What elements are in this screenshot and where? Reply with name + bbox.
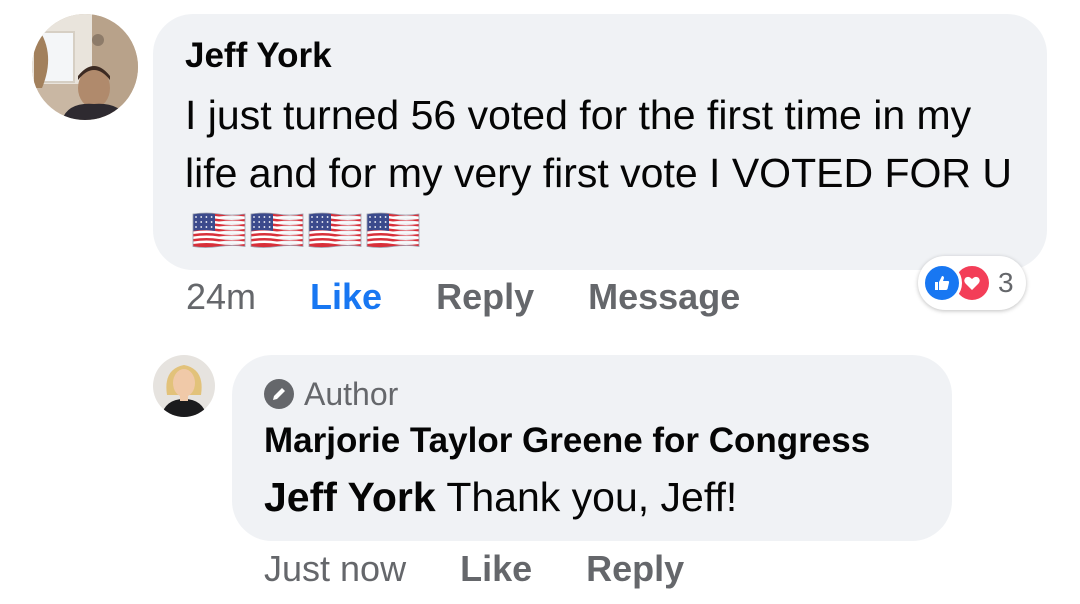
us-flag-emojis xyxy=(191,211,421,249)
comment-author-name[interactable]: Jeff York xyxy=(185,36,1015,76)
reactions-summary[interactable]: 3 xyxy=(918,256,1026,310)
author-badge: Author xyxy=(264,375,920,413)
reply-like-button[interactable]: Like xyxy=(460,548,532,590)
us-flag-icon xyxy=(192,212,246,248)
reply-mention[interactable]: Jeff York xyxy=(264,474,436,520)
us-flag-icon xyxy=(308,212,362,248)
author-badge-label: Author xyxy=(304,376,399,412)
reply-timestamp[interactable]: Just now xyxy=(264,548,406,590)
us-flag-icon xyxy=(366,212,420,248)
reaction-count: 3 xyxy=(998,267,1014,298)
replier-avatar[interactable] xyxy=(153,355,215,417)
reply-bubble: Author Marjorie Taylor Greene for Congre… xyxy=(232,355,952,541)
comment-actions: 24m Like Reply Message xyxy=(186,276,740,318)
us-flag-icon xyxy=(250,212,304,248)
comment-timestamp[interactable]: 24m xyxy=(186,276,256,318)
pencil-icon xyxy=(264,379,294,409)
reply-actions: Just now Like Reply xyxy=(264,548,684,590)
reply-text: Jeff York Thank you, Jeff! xyxy=(264,474,738,520)
like-reaction-icon xyxy=(922,263,962,303)
comment-text: I just turned 56 voted for the first tim… xyxy=(185,86,1015,260)
comment-message-button[interactable]: Message xyxy=(588,276,740,318)
commenter-avatar[interactable] xyxy=(32,14,138,120)
comment-bubble: Jeff York I just turned 56 voted for the… xyxy=(153,14,1047,270)
reply-author-name[interactable]: Marjorie Taylor Greene for Congress xyxy=(264,421,920,461)
comment-like-button[interactable]: Like xyxy=(310,276,382,318)
reply-reply-button[interactable]: Reply xyxy=(586,548,684,590)
comment-reply-button[interactable]: Reply xyxy=(436,276,534,318)
